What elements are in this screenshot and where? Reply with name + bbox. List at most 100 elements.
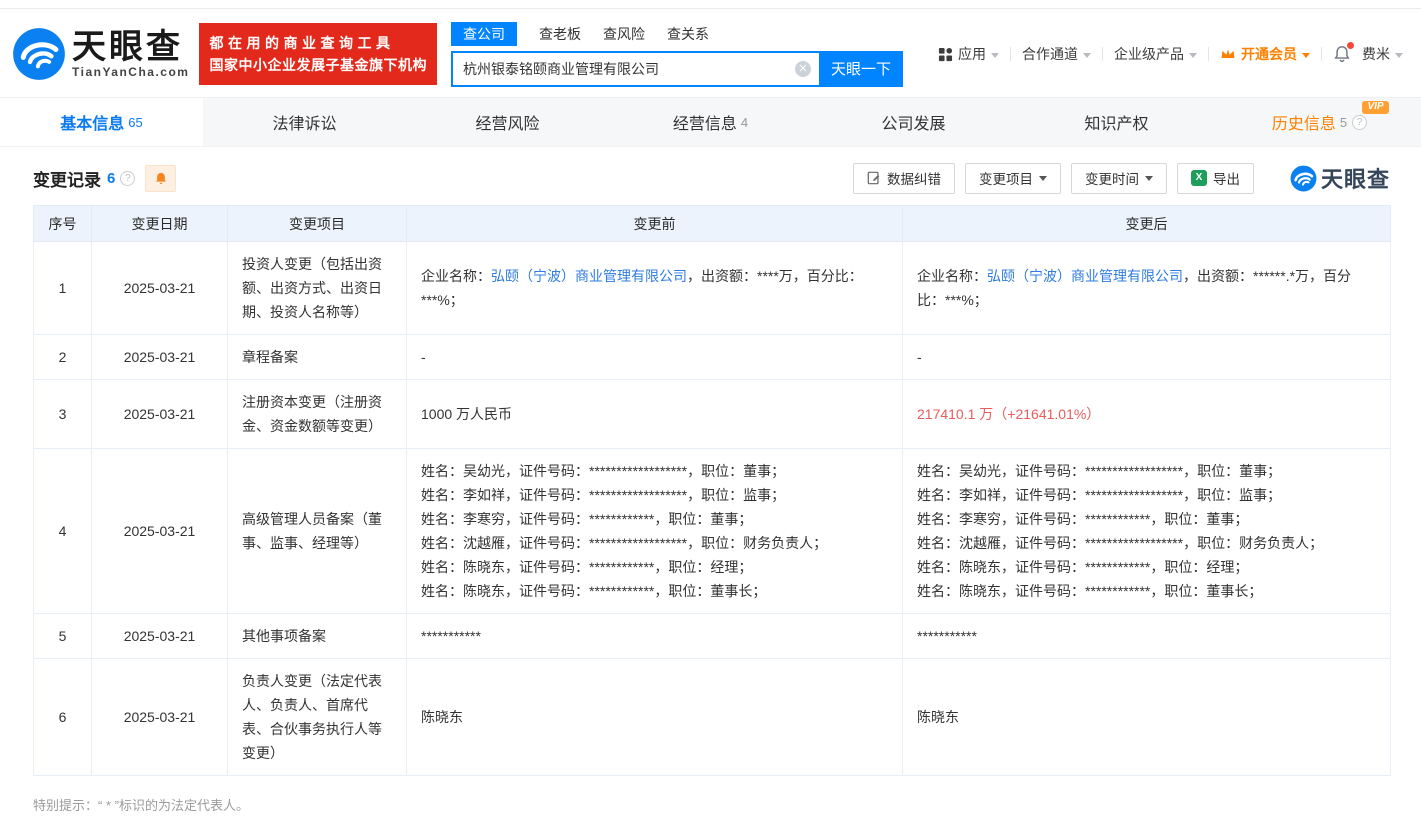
before-line: 姓名：李如祥，证件号码：******************，职位：监事； bbox=[421, 483, 888, 507]
tab-basic-info[interactable]: 基本信息 65 bbox=[0, 98, 203, 146]
tab-basic-info-label: 基本信息 bbox=[60, 110, 124, 134]
search-box: ✕ bbox=[451, 51, 819, 87]
tianyancha-logo[interactable]: 天眼查 TianYanCha.com bbox=[12, 27, 189, 81]
bell-icon bbox=[154, 171, 168, 186]
cell-after: 217410.1 万（+21641.01%） bbox=[903, 380, 1391, 449]
header-change-item: 变更项目 bbox=[228, 206, 407, 242]
tab-history-info[interactable]: VIP 历史信息 5 ? bbox=[1218, 98, 1421, 146]
filter-change-time-button[interactable]: 变更时间 bbox=[1071, 163, 1167, 194]
export-button[interactable]: X 导出 bbox=[1177, 163, 1254, 194]
change-records-table: 序号 变更日期 变更项目 变更前 变更后 1 2025-03-21 投资人变更（… bbox=[33, 205, 1391, 776]
search-row: ✕ 天眼一下 bbox=[451, 51, 903, 87]
cell-before: 1000 万人民币 bbox=[407, 380, 903, 449]
help-icon[interactable]: ? bbox=[1352, 115, 1367, 130]
chevron-down-icon bbox=[1083, 53, 1091, 58]
excel-icon: X bbox=[1191, 170, 1207, 186]
cell-date: 2025-03-21 bbox=[92, 380, 228, 449]
tab-operation-info[interactable]: 经营信息 4 bbox=[609, 98, 812, 146]
edit-doc-icon bbox=[867, 171, 881, 185]
special-note: 特别提示：“ * ”标识的为法定代表人。 bbox=[33, 795, 1421, 814]
data-correction-button[interactable]: 数据纠错 bbox=[853, 163, 955, 194]
chevron-down-icon bbox=[1039, 176, 1047, 181]
section-count: 6 bbox=[107, 170, 115, 187]
data-correction-label: 数据纠错 bbox=[887, 168, 941, 188]
nav-enterprise[interactable]: 企业级产品 bbox=[1114, 44, 1197, 64]
tab-operation-risk[interactable]: 经营风险 bbox=[406, 98, 609, 146]
export-label: 导出 bbox=[1213, 168, 1240, 188]
slogan-line2: 国家中小企业发展子基金旗下机构 bbox=[209, 54, 427, 76]
logo-text-block: 天眼查 TianYanCha.com bbox=[72, 29, 189, 79]
table-row: 3 2025-03-21 注册资本变更（注册资金、资金数额等变更） 1000 万… bbox=[34, 380, 1391, 449]
tab-operation-info-count: 4 bbox=[741, 115, 748, 130]
tianyancha-watermark: 天眼查 bbox=[1290, 162, 1390, 194]
cell-after: 姓名：吴幼光，证件号码：******************，职位：董事； 姓名… bbox=[903, 449, 1391, 614]
filter-change-item-button[interactable]: 变更项目 bbox=[965, 163, 1061, 194]
change-records-header: 变更记录 6 ? 数据纠错 变更项目 变更时间 X 导出 bbox=[33, 162, 1390, 194]
cell-after: *********** bbox=[903, 614, 1391, 659]
chevron-down-icon bbox=[1395, 53, 1403, 58]
table-row: 6 2025-03-21 负责人变更（法定代表人、负责人、首席代表、合伙事务执行… bbox=[34, 659, 1391, 776]
company-link[interactable]: 弘颐（宁波）商业管理有限公司 bbox=[987, 268, 1183, 284]
logo-cn-text: 天眼查 bbox=[72, 29, 189, 65]
tab-operation-info-label: 经营信息 bbox=[673, 110, 737, 134]
nav-open-vip[interactable]: 开通会员 bbox=[1220, 44, 1310, 64]
watermark-text: 天眼查 bbox=[1321, 162, 1390, 194]
tianyancha-logo-icon bbox=[12, 27, 66, 81]
cell-after: 企业名称：弘颐（宁波）商业管理有限公司，出资额：******.*万，百分比：**… bbox=[903, 242, 1391, 335]
tab-legal-lawsuits[interactable]: 法律诉讼 bbox=[203, 98, 406, 146]
notifications-bell[interactable] bbox=[1333, 45, 1351, 63]
top-navigation: 应用 合作通道 企业级产品 开通会员 bbox=[938, 44, 1403, 64]
nav-apps[interactable]: 应用 bbox=[938, 44, 999, 64]
search-input[interactable] bbox=[451, 51, 819, 87]
cell-after: 陈晓东 bbox=[903, 659, 1391, 776]
tab-company-development-label: 公司发展 bbox=[881, 110, 945, 134]
search-tab-relation[interactable]: 查关系 bbox=[667, 22, 709, 46]
cell-date: 2025-03-21 bbox=[92, 659, 228, 776]
cell-serial: 4 bbox=[34, 449, 92, 614]
nav-user[interactable]: 费米 bbox=[1362, 44, 1403, 64]
cell-change-item: 负责人变更（法定代表人、负责人、首席代表、合伙事务执行人等变更） bbox=[228, 659, 407, 776]
chevron-down-icon bbox=[991, 53, 999, 58]
after-line: 姓名：陈晓东，证件号码：************，职位：经理； bbox=[917, 555, 1376, 579]
cell-change-item: 注册资本变更（注册资金、资金数额等变更） bbox=[228, 380, 407, 449]
search-tab-company[interactable]: 查公司 bbox=[451, 22, 517, 46]
clear-input-icon[interactable]: ✕ bbox=[795, 61, 811, 77]
table-row: 4 2025-03-21 高级管理人员备案（董事、监事、经理等） 姓名：吴幼光，… bbox=[34, 449, 1391, 614]
nav-divider bbox=[1321, 47, 1322, 61]
cell-change-item: 其他事项备案 bbox=[228, 614, 407, 659]
cell-before: - bbox=[407, 335, 903, 380]
chevron-down-icon bbox=[1145, 176, 1153, 181]
nav-divider bbox=[1010, 47, 1011, 61]
apps-grid-icon bbox=[938, 47, 953, 62]
header-serial: 序号 bbox=[34, 206, 92, 242]
company-link[interactable]: 弘颐（宁波）商业管理有限公司 bbox=[491, 268, 687, 284]
cell-before: 陈晓东 bbox=[407, 659, 903, 776]
tab-operation-risk-label: 经营风险 bbox=[475, 110, 539, 134]
nav-vip-label: 开通会员 bbox=[1241, 44, 1297, 64]
nav-apps-label: 应用 bbox=[958, 44, 986, 64]
search-area: 查公司 查老板 查风险 查关系 ✕ 天眼一下 bbox=[451, 22, 903, 87]
filter-change-time-label: 变更时间 bbox=[1085, 168, 1139, 188]
subscribe-bell-button[interactable] bbox=[145, 165, 176, 192]
after-line: 姓名：李寒穷，证件号码：************，职位：董事； bbox=[917, 507, 1376, 531]
search-tab-boss[interactable]: 查老板 bbox=[539, 22, 581, 46]
after-line: 姓名：李如祥，证件号码：******************，职位：监事； bbox=[917, 483, 1376, 507]
cell-date: 2025-03-21 bbox=[92, 614, 228, 659]
tab-intellectual-property[interactable]: 知识产权 bbox=[1015, 98, 1218, 146]
cell-change-item: 高级管理人员备案（董事、监事、经理等） bbox=[228, 449, 407, 614]
table-row: 2 2025-03-21 章程备案 - - bbox=[34, 335, 1391, 380]
search-tab-risk[interactable]: 查风险 bbox=[603, 22, 645, 46]
notification-dot bbox=[1347, 42, 1354, 49]
header-before: 变更前 bbox=[407, 206, 903, 242]
logo-domain-text: TianYanCha.com bbox=[72, 65, 189, 79]
after-text: 企业名称： bbox=[917, 268, 987, 284]
tab-history-info-label: 历史信息 bbox=[1272, 110, 1336, 134]
tab-company-development[interactable]: 公司发展 bbox=[812, 98, 1015, 146]
search-button[interactable]: 天眼一下 bbox=[819, 51, 903, 87]
page-top-divider bbox=[0, 0, 1421, 9]
table-header-row: 序号 变更日期 变更项目 变更前 变更后 bbox=[34, 206, 1391, 242]
help-icon[interactable]: ? bbox=[120, 171, 135, 186]
section-actions: 数据纠错 变更项目 变更时间 X 导出 天眼查 bbox=[853, 162, 1390, 194]
nav-divider bbox=[1102, 47, 1103, 61]
nav-partner[interactable]: 合作通道 bbox=[1022, 44, 1091, 64]
